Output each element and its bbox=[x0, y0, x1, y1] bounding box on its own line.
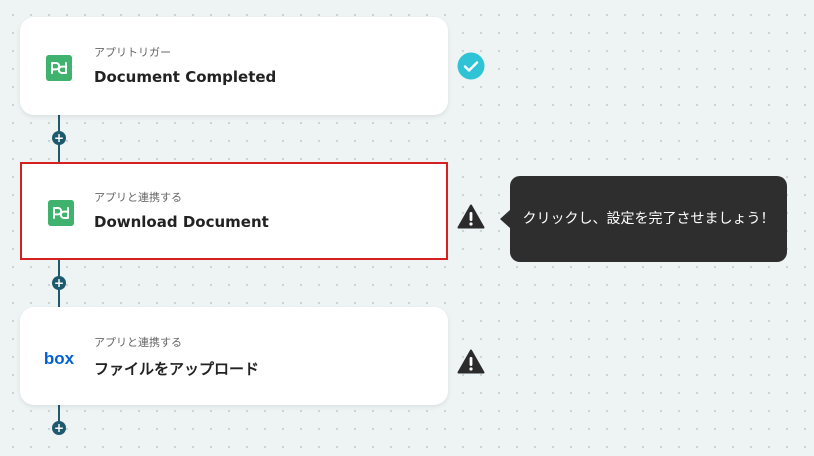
box-logo-text: box bbox=[44, 349, 75, 368]
tooltip-arrow bbox=[500, 210, 510, 228]
check-circle-icon bbox=[457, 52, 485, 80]
box-icon: box bbox=[44, 349, 75, 368]
setup-hint-tooltip: クリックし、設定を完了させましょう！ bbox=[500, 176, 787, 262]
step-subtitle: アプリと連携する bbox=[94, 336, 182, 349]
plus-icon: + bbox=[53, 276, 65, 290]
flow-step-card-upload[interactable]: box アプリと連携する ファイルをアップロード bbox=[20, 307, 448, 405]
flow-step-card-trigger[interactable]: アプリトリガー Document Completed bbox=[20, 17, 448, 115]
add-step-button[interactable]: + bbox=[52, 421, 66, 435]
tooltip-text: クリックし、設定を完了させましょう！ bbox=[522, 211, 775, 227]
step-subtitle: アプリトリガー bbox=[94, 46, 171, 59]
add-step-button[interactable]: + bbox=[52, 276, 66, 290]
step-subtitle: アプリと連携する bbox=[94, 191, 182, 204]
add-step-button[interactable]: + bbox=[52, 131, 66, 145]
warning-triangle-icon bbox=[457, 349, 485, 374]
pandadoc-icon bbox=[48, 200, 74, 226]
plus-icon: + bbox=[53, 131, 65, 145]
warning-triangle-icon bbox=[457, 204, 485, 229]
pandadoc-icon bbox=[46, 55, 72, 81]
flow-step-card-download[interactable]: アプリと連携する Download Document bbox=[20, 162, 448, 260]
step-title: Document Completed bbox=[94, 68, 277, 86]
step-title: ファイルをアップロード bbox=[94, 360, 260, 378]
step-title: Download Document bbox=[94, 213, 269, 231]
plus-icon: + bbox=[53, 421, 65, 435]
